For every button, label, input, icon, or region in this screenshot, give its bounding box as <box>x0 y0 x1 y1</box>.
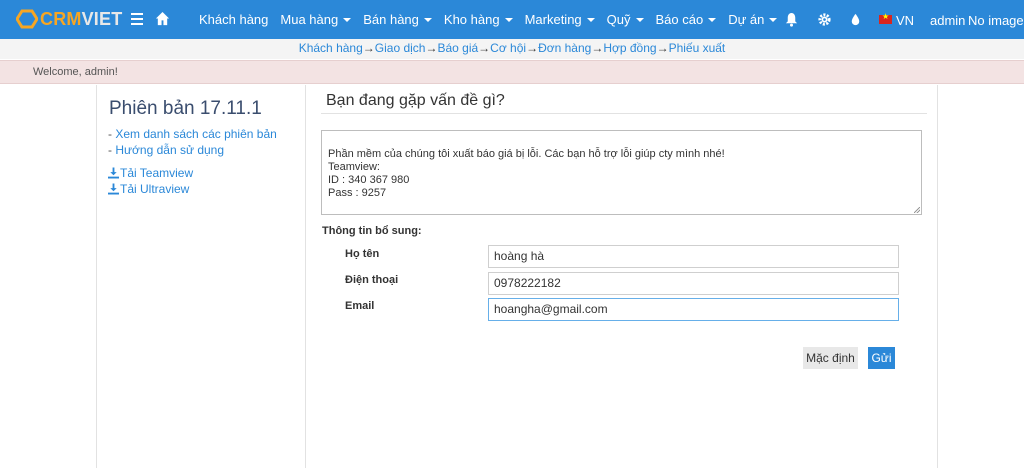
download-icon <box>108 167 119 179</box>
menu-mua-hang[interactable]: Mua hàng <box>280 12 352 27</box>
sidebar-panel: Phiên bản 17.11.1 - Xem danh sách các ph… <box>96 85 306 468</box>
email-label: Email <box>345 300 375 312</box>
email-field[interactable]: hoangha@gmail.com <box>488 298 899 321</box>
language-label[interactable]: VN <box>896 13 914 28</box>
flow-bao-gia[interactable]: Báo giá <box>437 41 478 55</box>
support-form-panel: Bạn đang gặp vấn đề gì? Phần mềm của chú… <box>307 85 938 468</box>
chevron-down-icon <box>708 17 717 22</box>
vn-flag-icon[interactable] <box>879 12 892 24</box>
sidebar-link-versions[interactable]: - Xem danh sách các phiên bản <box>108 127 277 141</box>
home-icon[interactable] <box>155 11 170 26</box>
phone-field[interactable]: 0978222182 <box>488 272 899 295</box>
chevron-down-icon <box>769 17 778 22</box>
welcome-bar: Welcome, admin! <box>0 60 1024 84</box>
submit-button[interactable]: Gửi <box>868 347 895 369</box>
flow-hop-dong[interactable]: Hợp đồng <box>603 41 656 55</box>
main-menu: Khách hàng Mua hàng Bán hàng Kho hàng Ma… <box>199 0 789 39</box>
menu-marketing[interactable]: Marketing <box>525 12 595 27</box>
version-title: Phiên bản 17.11.1 <box>109 98 262 119</box>
avatar[interactable]: No image <box>968 13 1024 28</box>
problem-textarea[interactable]: Phần mềm của chúng tôi xuất báo giá bị l… <box>321 130 922 215</box>
flow-don-hang[interactable]: Đơn hàng <box>538 41 591 55</box>
resize-grip-icon[interactable] <box>914 207 920 213</box>
bell-icon[interactable] <box>784 12 799 27</box>
flow-khach-hang[interactable]: Khách hàng <box>299 41 363 55</box>
download-ultraview[interactable]: Tải Ultraview <box>108 182 189 196</box>
top-navbar: CRMVIET Khách hàng Mua hàng Bán hàng Kho… <box>0 0 1024 39</box>
flow-co-hoi[interactable]: Cơ hội <box>490 41 526 55</box>
download-teamview[interactable]: Tải Teamview <box>108 166 193 180</box>
drop-icon[interactable] <box>848 12 863 27</box>
chevron-down-icon <box>423 17 432 22</box>
menu-ban-hang[interactable]: Bán hàng <box>363 12 432 27</box>
reset-button[interactable]: Mặc định <box>803 347 858 369</box>
download-icon <box>108 183 119 195</box>
sidebar-link-guide[interactable]: - Hướng dẫn sử dụng <box>108 143 224 157</box>
logo-icon <box>16 9 38 29</box>
chevron-down-icon <box>343 17 352 22</box>
crm-logo[interactable]: CRMVIET <box>16 8 122 30</box>
gear-icon[interactable] <box>817 12 832 27</box>
logo-text: CRMVIET <box>40 8 123 29</box>
name-label: Họ tên <box>345 248 380 260</box>
name-field[interactable]: hoàng hà <box>488 245 899 268</box>
welcome-text: Welcome, admin! <box>33 66 118 78</box>
workflow-breadcrumb: Khách hàng→Giao dịch→Báo giá→Cơ hội→Đơn … <box>0 39 1024 59</box>
menu-kho-hang[interactable]: Kho hàng <box>444 12 513 27</box>
chevron-down-icon <box>504 17 513 22</box>
menu-quy[interactable]: Quỹ <box>607 12 644 27</box>
menu-icon[interactable] <box>131 13 143 25</box>
user-name[interactable]: admin <box>930 13 965 28</box>
title-divider <box>321 113 927 114</box>
flow-giao-dich[interactable]: Giao dịch <box>375 41 426 55</box>
flow-phieu-xuat[interactable]: Phiếu xuất <box>669 41 726 55</box>
menu-bao-cao[interactable]: Báo cáo <box>656 12 717 27</box>
form-title: Bạn đang gặp vấn đề gì? <box>326 92 505 109</box>
menu-khach-hang[interactable]: Khách hàng <box>199 12 268 27</box>
phone-label: Điện thoại <box>345 274 399 286</box>
menu-du-an[interactable]: Dự án <box>728 12 778 27</box>
chevron-down-icon <box>635 17 644 22</box>
chevron-down-icon <box>586 17 595 22</box>
section-label: Thông tin bổ sung: <box>322 225 422 237</box>
